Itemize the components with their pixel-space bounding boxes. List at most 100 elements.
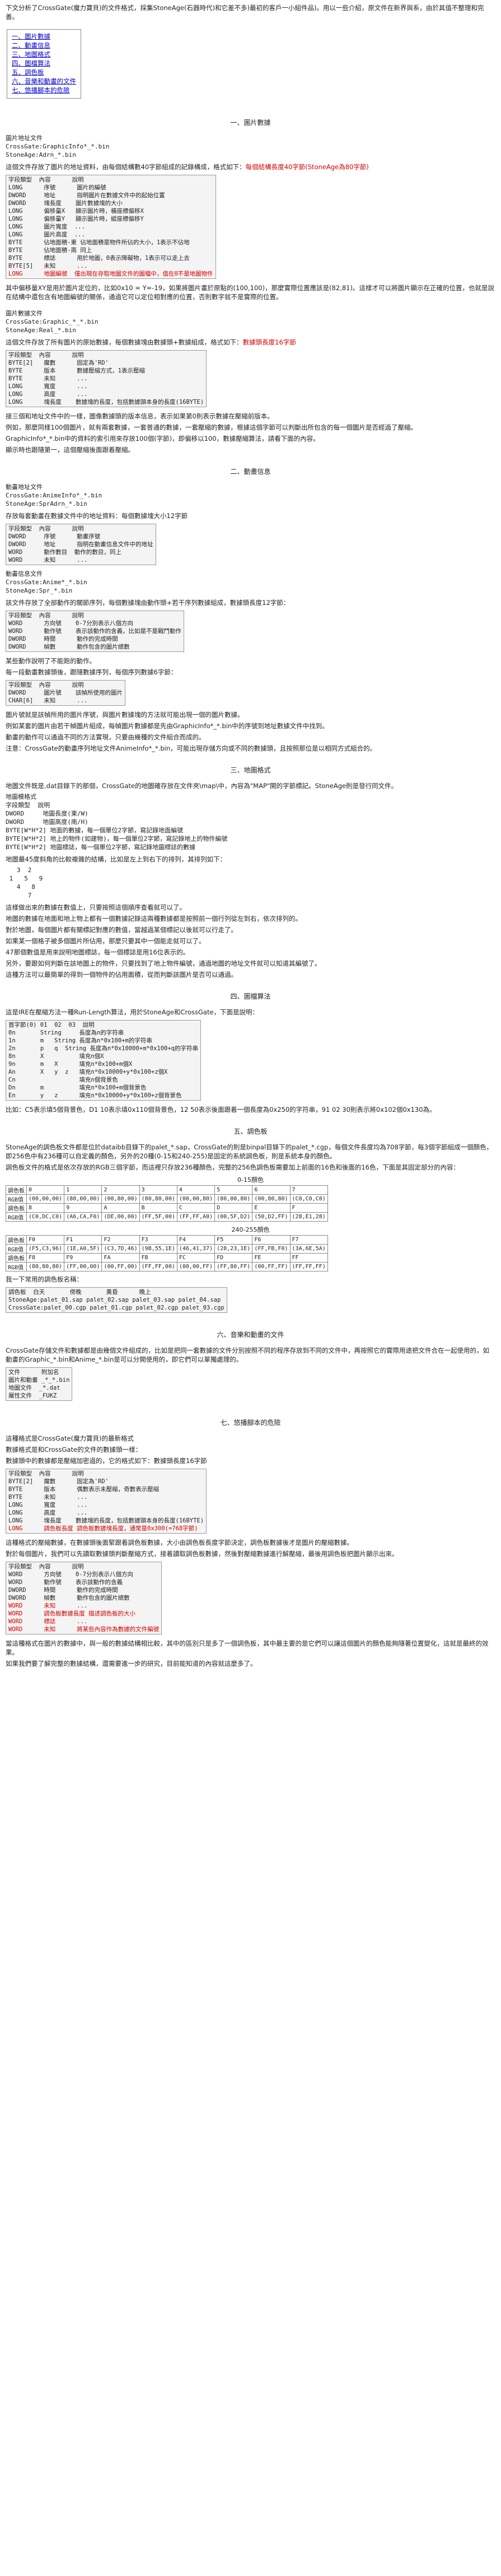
toc-link-2[interactable]: 二、動畫信息 xyxy=(12,41,76,50)
table-row: LONG 高度 ... xyxy=(8,1510,88,1516)
paragraph: 這種格式的壓縮數據，在數據頭後面緊跟着調色板數據，大小由調色板長度字節決定，調色… xyxy=(6,1539,353,1546)
struct-table: 字段類型 內容 說明 BYTE[2] 魔數 固定為'RD' BYTE 版本 數據… xyxy=(6,350,207,407)
table-row: LONG 序號 圖片的編號 xyxy=(8,184,106,191)
table-row: BYTE 未知 ... xyxy=(8,375,88,382)
file-list: 圖片地址文件 CrossGate:GraphicInfo*_*.bin Ston… xyxy=(6,134,110,159)
table-row: 2n p q String 長度為n*0x10000+m*0x100+q的字符串 xyxy=(8,1045,199,1052)
struct-table: 字段類型 內容 說明 BYTE[2] 魔數 固定為'RD' BYTE 版本 偶數… xyxy=(6,1469,207,1534)
table-row: BYTE 版本 偶數表示未壓縮，奇數表示壓縮 xyxy=(8,1486,160,1493)
paragraph: 地圖文件既是.dat目錄下的那個，CrossGate的地圖確存放在文件夾\map… xyxy=(6,782,398,790)
palette-caption: 240-255顏色 xyxy=(231,1226,270,1233)
table-row: 字段類型 內容 說明 xyxy=(8,1470,84,1477)
struct-table: 字段類型 內容 說明 LONG 序號 圖片的編號 DWORD 地址 指明圖片在數… xyxy=(6,175,216,279)
table-row: WORD 方向號 0-7分別表示八個方向 xyxy=(8,1571,133,1578)
table-of-contents: 一、圖片數據 二、動畫信息 三、地圖格式 四、圖檔算法 五、調色板 六、音樂和動… xyxy=(7,29,81,99)
paragraph: StoneAge的調色板文件都是位於dataibb目錄下的palet_*.sap… xyxy=(6,1143,493,1160)
table-row: BYTE 未知 ... xyxy=(8,1494,88,1501)
table-row: BYTE 佔地面積-南 同上 xyxy=(8,247,92,254)
table-row: WORD 標誌 ... xyxy=(8,1618,88,1625)
table-row: WORD 動作號 表示該動作的含義 xyxy=(8,1579,123,1586)
table-row: LONG 圖片高度 ... xyxy=(8,231,85,238)
table-row: 字段類型 內容 說明 xyxy=(8,525,84,532)
toc-link-1[interactable]: 一、圖片數據 xyxy=(12,32,76,41)
paragraph: 例如某套的圖片由若干幀圖片組成，每幀圖片數據都是先由GraphicInfo*_*… xyxy=(6,722,329,730)
table-row: LONG 偏移量X 顯示圖片時，橫座標偏移X xyxy=(8,208,144,215)
paragraph: 其中偏移量XY是用於圖片定位的，比如0x10 = Y=-19，如果將圖片畫於原點… xyxy=(6,284,494,301)
table-row: Cn 填充n個背景色 xyxy=(8,1077,118,1083)
table-row: DWORD 圖片號 該幀所使用的圖片 xyxy=(8,690,123,696)
paragraph: 地圖最45度斜角的比較複雜的結構，比如是左上到右下的排列，其排列如下： xyxy=(6,855,227,863)
paragraph: 另外，要跟如何判斷在該地圖上的物件，只要找到了地上物件編號，通過地圖的地址文件就… xyxy=(6,959,321,967)
paragraph: 存放每套動畫在數據文件中的地址資料：每個數據塊大小12字節 xyxy=(6,512,188,520)
table-row: CHAR[6] 未知 ... xyxy=(8,697,88,704)
table-row: RGB值 (F5,C3,96) (1E,A0,5F) (C3,7D,46) (9B,55… xyxy=(6,1244,328,1254)
table-row: 0n String 長度為n的字符串 xyxy=(8,1030,124,1036)
intro-text: 下文分析了CrossGate(魔力寶貝)的文件格式，採集StoneAge(石器時… xyxy=(6,4,484,21)
table-row: BYTE 版本 數據壓縮方式，1表示壓縮 xyxy=(8,367,145,374)
table-row: DWORD 地址 指明在動畫信息文件中的地址 xyxy=(8,541,153,548)
table-row: LONG 地圖編號 僅出現在存取地圖文件的圖檔中，值在0不是地圖物件 xyxy=(8,271,213,277)
paragraph: 接三個和地址文件中的一樣，圖像數據頭的版本信息，表示如果第0則表示數據在壓縮前版… xyxy=(6,412,274,420)
rle-table: 首字節(0) 01 02 03 說明 0n String 長度為n的字符串 1n… xyxy=(6,1020,202,1101)
table-row: 首字節(0) 01 02 03 說明 xyxy=(8,1022,95,1028)
table-row: LONG 高度 ... xyxy=(8,391,88,398)
table-row: 文件 附加名 xyxy=(8,1369,59,1376)
paragraph: 顯示時也跟隨第一，這個壓縮後面跟着壓縮。 xyxy=(6,446,134,454)
struct-table: 字段類型 內容 說明 WORD 方向號 0-7分別表示八個方向 WORD 動作號… xyxy=(6,611,185,652)
paragraph: 這種方法可以最簡單的得到一個物件的佔用面積，從而判斷該圖片是否可以通過。 xyxy=(6,971,237,979)
table-row: WORD 動作號 表示該動作的含義，比如是不是戰鬥動作 xyxy=(8,628,182,635)
table-row: RGB值 (C0,DC,C0) (A6,CA,F0) (DE,00,00) (FF,5F… xyxy=(6,1212,328,1222)
paragraph: GraphicInfo*_*.bin中的資料的索引用來存放100個(字節)，即偏… xyxy=(6,435,320,442)
map-format: 地圖模格式 字段類型 說明 DWORD 地圖長度(東/W) DWORD 地圖高度… xyxy=(6,793,228,851)
paragraph: 地圖的數據在地面和地上物上都有一個數據記錄這兩種數據都是按照前一個行列從左到右，… xyxy=(6,915,302,923)
toc-link-4[interactable]: 四、圖檔算法 xyxy=(12,59,76,68)
toc-link-6[interactable]: 六、音樂和動畫的文件 xyxy=(12,77,76,86)
toc-link-5[interactable]: 五、調色板 xyxy=(12,68,76,77)
highlight-text: 數據頭長度16字節 xyxy=(242,338,296,346)
table-row: An X y z 填充n*0x10000+y*0x100+z個X xyxy=(8,1069,168,1075)
tile-order-diagram: 3 2 1 5 9 4 8 7 xyxy=(9,867,43,899)
file-ext-table: 文件 附加名 圖片和動畫 _*_*.bin 地圖文件 _*.dat 屬性文件 _… xyxy=(6,1367,73,1401)
table-row: DWORD 時間 動作的完成時間 xyxy=(8,636,118,642)
table-row: 調色板 8 9 A B C D E F xyxy=(6,1203,328,1213)
table-row: 字段類型 內容 說明 xyxy=(8,1563,84,1570)
table-row: LONG 調色板長度 調色板數據塊長度，通常是0x300(=768字節) xyxy=(8,1525,198,1532)
table-row: DWORD 塊長度 圖片數據塊的大小 xyxy=(8,200,123,207)
table-row: RGB值 (80,80,80) (FF,00,00) (00,FF,00) (FF,FF… xyxy=(6,1262,328,1271)
table-row: WORD 未知 ... xyxy=(8,1603,88,1609)
toc-link-7[interactable]: 七、悠播腳本的危險 xyxy=(12,86,76,95)
section-title: 二、動畫信息 xyxy=(230,468,271,476)
table-row: WORD 調色板數據長度 描述調色板的大小 xyxy=(8,1610,136,1617)
paragraph: CrossGate存儲文件和數據都是由幾個文件組成的，比如是把同一套數據的文件分… xyxy=(6,1347,490,1363)
table-row: En y z 填充n*0x10000+y*0x100+z個背景色 xyxy=(8,1092,182,1099)
table-row: 調色板 F8 F9 FA FB FC FD FE FF xyxy=(6,1253,328,1263)
paragraph: 如果我們要了解完整的數據結構，還需要進一步的研究，目前能知道的內容就這麼多了。 xyxy=(6,1660,257,1667)
table-row: LONG 偏移量Y 顯示圖片時，縱座標偏移Y xyxy=(8,216,144,222)
table-row: 字段類型 內容 說明 xyxy=(8,612,84,619)
table-row: DWORD 幀數 動作包含的圖片總數 xyxy=(8,644,130,650)
paragraph: 圖片號就是該幀所用的圖片序號，與圖片數據塊的方法就可能出現一個的圖片數據。 xyxy=(6,711,244,719)
table-row: BYTE 佔地面積-東 佔地面積是物件所佔的大小，1表示不佔地 xyxy=(8,239,190,246)
table-row: 字段類型 內容 說明 xyxy=(8,682,84,688)
table-row: DWORD 地址 指明圖片在數據文件中的起始位置 xyxy=(8,192,165,199)
paragraph: 當這種格式在圖片的數據中，與一般的數據結構相比較，其中的區別只是多了一個調色板，… xyxy=(6,1639,489,1656)
table-row: BYTE[2] 魔數 固定為'RD' xyxy=(8,360,109,366)
table-row: LONG 塊長度 數據塊的長度，包括數據頭本身的長度(16BYTE) xyxy=(8,1517,204,1524)
paragraph: 這樣做出來的數據在數值上，只要按照這個順序查看就可以了。 xyxy=(6,903,186,911)
paragraph: 該文件存放了全部動作的關節序列，每個數據塊由動作頭+若干序列數據組成，數據頭長度… xyxy=(6,599,290,607)
table-row: 圖片和動畫 _*_*.bin xyxy=(8,1377,70,1384)
paragraph: 每一段動畫數據頭後，跟隨數據序列，每個序列數據6字節： xyxy=(6,668,177,676)
table-row: DWORD 幀數 動作包含的圖片總數 xyxy=(8,1595,130,1601)
paragraph: 例如，那麼同樣100個圖片，就有兩套數據，一套普通的數據，一套壓縮的數據，根據這… xyxy=(6,423,417,431)
palette-caption: 0-15顏色 xyxy=(237,1176,264,1184)
paragraph: 對於地圖，每個圖片都有關標記對應的數值，當越過某個標記以後就可以行走了。 xyxy=(6,926,237,934)
paragraph: 這是IRE在壓縮方法一種Run-Length算法，用於StoneAge和Cros… xyxy=(6,1008,259,1016)
paragraph: 這個文件存放了圖片的地址資料，由每個結構數40字節組成的記錄構成，格式如下：每個… xyxy=(6,163,369,171)
table-row: LONG 寬度 ... xyxy=(8,383,88,390)
paragraph: 調色板文件的格式是依次存放的RGB三個字節，而這裡只存放236種顏色，完整的25… xyxy=(6,1163,460,1171)
table-row: WORD 未知 ... xyxy=(8,557,88,563)
table-row: StoneAge:palet_01.sap palet_02.sap palet… xyxy=(8,1297,221,1303)
table-row: BYTE 標誌 用於地圖，0表示障礙物，1表示可以走上去 xyxy=(8,255,190,262)
section-title: 七、悠播腳本的危險 xyxy=(220,1419,281,1427)
toc-link-3[interactable]: 三、地圖格式 xyxy=(12,50,76,59)
